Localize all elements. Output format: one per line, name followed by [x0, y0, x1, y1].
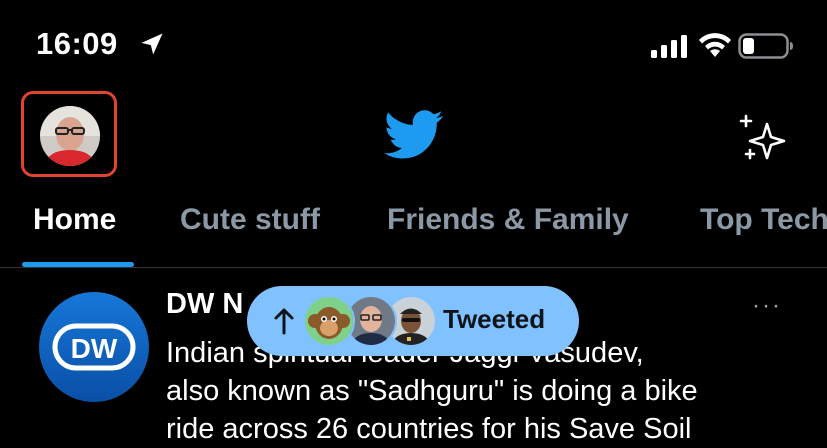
location-arrow-icon: [141, 33, 163, 55]
arrow-up-icon: [274, 308, 294, 335]
new-tweets-label: Tweeted: [443, 304, 546, 334]
profile-avatar-button[interactable]: [21, 91, 117, 177]
avatar: [40, 106, 100, 166]
tab-friends-family[interactable]: Friends & Family: [387, 203, 629, 237]
status-time: 16:09: [36, 26, 118, 61]
tweet-line: also known as "Sadhguru" is doing a bike: [166, 375, 698, 407]
tab-home[interactable]: Home: [33, 203, 116, 237]
cellular-signal-icon: [651, 35, 687, 58]
avatar-monkey: [303, 295, 355, 347]
more-options-button[interactable]: ···: [752, 292, 782, 320]
dw-logo-avatar[interactable]: DW: [39, 292, 149, 402]
twitter-bird-icon[interactable]: [384, 110, 444, 160]
svg-text:DW: DW: [71, 333, 118, 364]
tweet-author-name[interactable]: DW N: [166, 288, 243, 321]
tweet-line: ride across 26 countries for his Save So…: [166, 413, 692, 445]
tab-cute-stuff[interactable]: Cute stuff: [180, 203, 320, 237]
new-tweets-pill-button[interactable]: Tweeted: [247, 286, 579, 356]
tabs-divider: [0, 267, 827, 268]
sparkle-icon[interactable]: [738, 112, 788, 162]
wifi-icon: [699, 33, 731, 57]
battery-icon: [738, 33, 793, 59]
tab-top-tech[interactable]: Top Tech: [700, 203, 827, 237]
